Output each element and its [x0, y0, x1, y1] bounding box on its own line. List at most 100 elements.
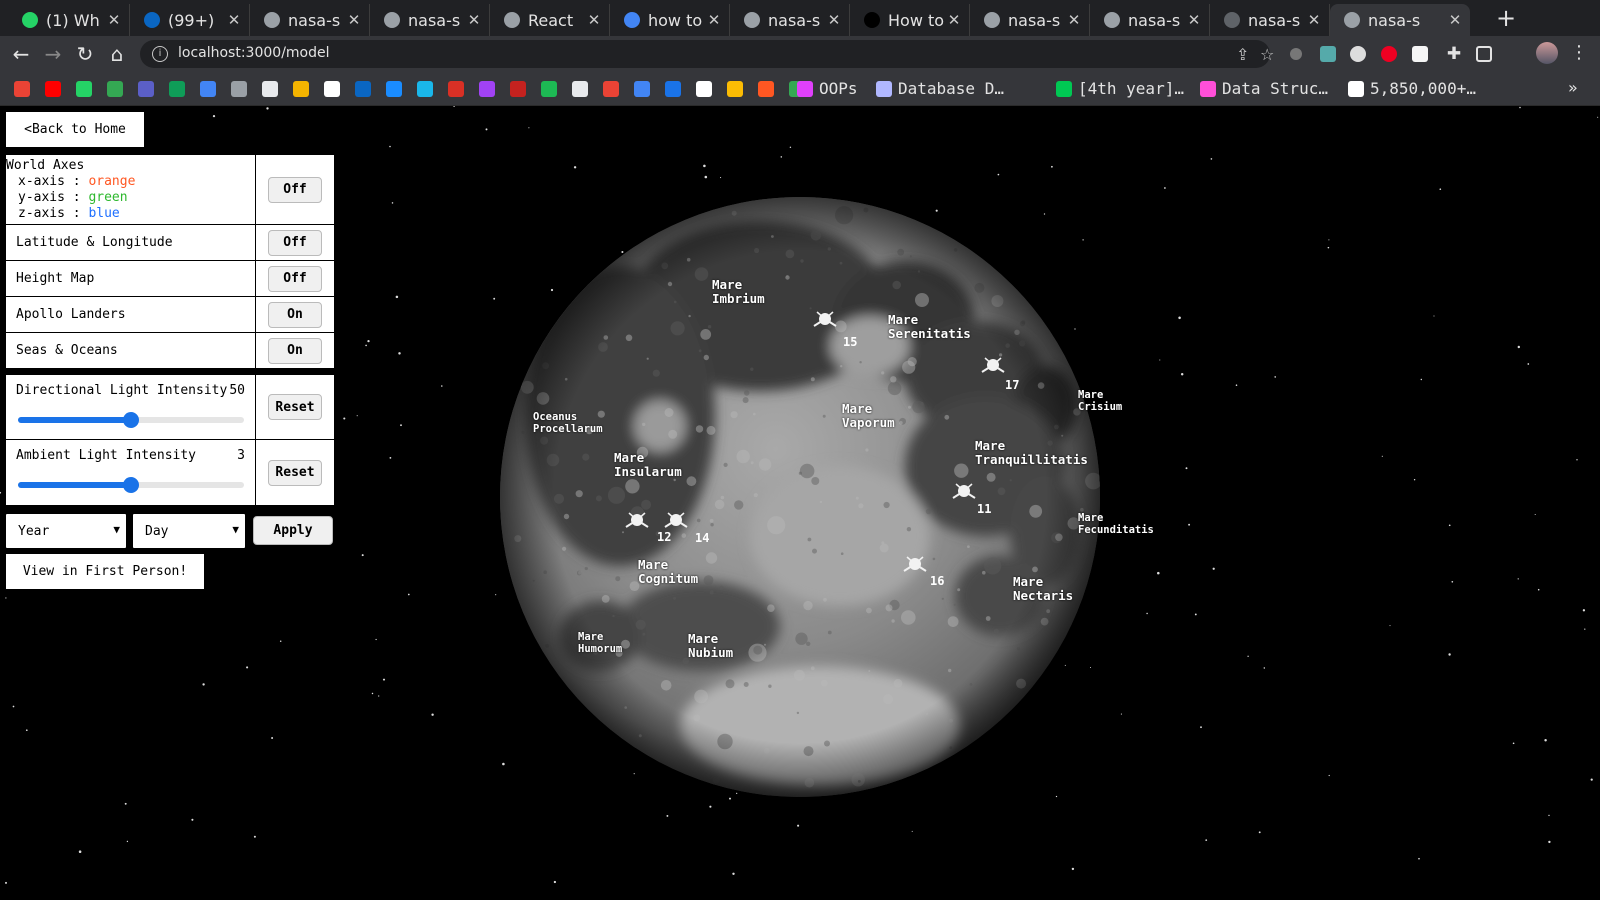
new-tab-button[interactable]: + — [1490, 4, 1522, 32]
y-axis-legend: y-axis : green — [18, 189, 128, 205]
extension-icon[interactable] — [1412, 46, 1428, 62]
close-icon[interactable]: ✕ — [1065, 11, 1083, 29]
bookmark-label[interactable]: OOPs — [819, 79, 858, 98]
bookmark-favicon-icon[interactable] — [758, 81, 774, 97]
directional-light-slider[interactable] — [18, 412, 244, 428]
browser-tab[interactable]: nasa-s ✕ — [1330, 4, 1470, 36]
bookmark-label[interactable]: Database D… — [898, 79, 1004, 98]
browser-tab[interactable]: nasa-s ✕ — [1090, 4, 1210, 36]
bookmark-favicon-icon[interactable] — [696, 81, 712, 97]
ambient-light-reset-button[interactable]: Reset — [268, 459, 322, 486]
slider-thumb[interactable] — [123, 477, 139, 493]
bookmark-favicon-icon[interactable] — [200, 81, 216, 97]
lat-long-toggle[interactable]: Off — [268, 229, 322, 256]
close-icon[interactable]: ✕ — [465, 11, 483, 29]
world-axes-toggle[interactable]: Off — [268, 176, 322, 203]
bookmark-label[interactable]: [4th year]… — [1078, 79, 1184, 98]
bookmark-favicon-icon[interactable] — [634, 81, 650, 97]
bookmark-favicon-icon[interactable] — [448, 81, 464, 97]
home-icon[interactable]: ⌂ — [104, 41, 130, 67]
close-icon[interactable]: ✕ — [705, 11, 723, 29]
browser-tab[interactable]: how to ✕ — [610, 4, 730, 36]
day-select[interactable]: Day ▼ — [132, 513, 246, 549]
tab-title: how to — [648, 10, 703, 30]
bookmark-favicon-icon[interactable] — [45, 81, 61, 97]
extension-icon[interactable] — [1381, 46, 1397, 62]
browser-tab[interactable]: nasa-s ✕ — [250, 4, 370, 36]
ambient-light-row: Ambient Light Intensity 3 Reset — [6, 440, 334, 505]
slider-thumb[interactable] — [123, 412, 139, 428]
bookmark-star-icon[interactable]: ☆ — [1260, 45, 1274, 64]
bookmark-favicon-icon[interactable] — [262, 81, 278, 97]
browser-tab[interactable]: nasa-s ✕ — [370, 4, 490, 36]
bookmark-favicon-icon[interactable] — [510, 81, 526, 97]
address-bar[interactable]: i localhost:3000/model ⇪ ☆ — [140, 40, 1274, 68]
side-panel-icon[interactable] — [1476, 46, 1492, 62]
bookmark-favicon-icon[interactable] — [231, 81, 247, 97]
bookmark-favicon-icon[interactable] — [107, 81, 123, 97]
directional-light-label: Directional Light Intensity — [16, 383, 228, 398]
close-icon[interactable]: ✕ — [345, 11, 363, 29]
extension-icon[interactable] — [1290, 48, 1302, 60]
bookmark-favicon-icon[interactable] — [727, 81, 743, 97]
menu-kebab-icon[interactable]: ⋮ — [1570, 42, 1588, 63]
bookmark-favicon-icon[interactable] — [417, 81, 433, 97]
browser-tab[interactable]: React ✕ — [490, 4, 610, 36]
browser-tab[interactable]: (1) Wh ✕ — [8, 4, 130, 36]
tab-title: nasa-s — [1368, 10, 1421, 30]
close-icon[interactable]: ✕ — [825, 11, 843, 29]
bookmark-label[interactable]: 5,850,000+… — [1370, 79, 1476, 98]
bookmark-favicon-icon[interactable] — [355, 81, 371, 97]
back-arrow-icon[interactable]: ← — [8, 41, 34, 67]
close-icon[interactable]: ✕ — [105, 11, 123, 29]
extension-icon[interactable] — [1350, 46, 1366, 62]
bookmarks-overflow-icon[interactable]: » — [1568, 78, 1578, 97]
share-icon[interactable]: ⇪ — [1236, 45, 1249, 64]
bookmarks-bar: OOPs Database D… [4th year]… Data Struc… 5,8… — [0, 72, 1600, 106]
height-map-toggle[interactable]: Off — [268, 265, 322, 292]
globe-icon — [1344, 12, 1360, 28]
reload-icon[interactable]: ↻ — [72, 41, 98, 67]
avatar[interactable] — [1536, 42, 1558, 64]
google-icon — [624, 12, 640, 28]
medium-icon — [864, 12, 880, 28]
bookmark-favicon-icon[interactable] — [572, 81, 588, 97]
apply-button[interactable]: Apply — [253, 516, 333, 545]
first-person-button[interactable]: View in First Person! — [5, 553, 205, 590]
browser-tab[interactable]: nasa-s ✕ — [730, 4, 850, 36]
back-home-button[interactable]: <Back to Home — [5, 111, 145, 148]
browser-tab[interactable]: nasa-s ✕ — [1210, 4, 1330, 36]
close-icon[interactable]: ✕ — [1305, 11, 1323, 29]
bookmark-favicon-icon[interactable] — [169, 81, 185, 97]
browser-tab[interactable]: (99+) ✕ — [130, 4, 250, 36]
bookmark-favicon-icon[interactable] — [479, 81, 495, 97]
bookmark-favicon-icon[interactable] — [603, 81, 619, 97]
close-icon[interactable]: ✕ — [585, 11, 603, 29]
site-info-icon[interactable]: i — [152, 46, 168, 62]
bookmark-label[interactable]: Data Struc… — [1222, 79, 1328, 98]
extension-icon[interactable] — [1320, 46, 1336, 62]
bookmark-favicon-icon[interactable] — [14, 81, 30, 97]
bookmark-favicon-icon[interactable] — [541, 81, 557, 97]
seas-oceans-toggle[interactable]: On — [268, 337, 322, 364]
puzzle-icon[interactable]: ✚ — [1441, 41, 1467, 67]
bookmark-favicon-icon[interactable] — [293, 81, 309, 97]
bookmark-favicon-icon[interactable] — [138, 81, 154, 97]
close-icon[interactable]: ✕ — [945, 11, 963, 29]
bookmark-favicon-icon[interactable] — [386, 81, 402, 97]
directional-light-reset-button[interactable]: Reset — [268, 394, 322, 420]
close-icon[interactable]: ✕ — [225, 11, 243, 29]
bookmark-favicon-icon[interactable] — [324, 81, 340, 97]
sea-label: Mare Tranquillitatis — [975, 438, 1088, 468]
ambient-light-value: 3 — [237, 448, 245, 463]
year-select[interactable]: Year ▼ — [5, 513, 127, 549]
ambient-light-slider[interactable] — [18, 477, 244, 493]
bookmark-favicon-icon[interactable] — [76, 81, 92, 97]
forward-arrow-icon[interactable]: → — [40, 41, 66, 67]
bookmark-favicon-icon[interactable] — [665, 81, 681, 97]
close-icon[interactable]: ✕ — [1185, 11, 1203, 29]
apollo-landers-toggle[interactable]: On — [268, 301, 322, 328]
browser-tab[interactable]: nasa-s ✕ — [970, 4, 1090, 36]
browser-tab[interactable]: How to ✕ — [850, 4, 970, 36]
close-icon[interactable]: ✕ — [1446, 11, 1464, 29]
